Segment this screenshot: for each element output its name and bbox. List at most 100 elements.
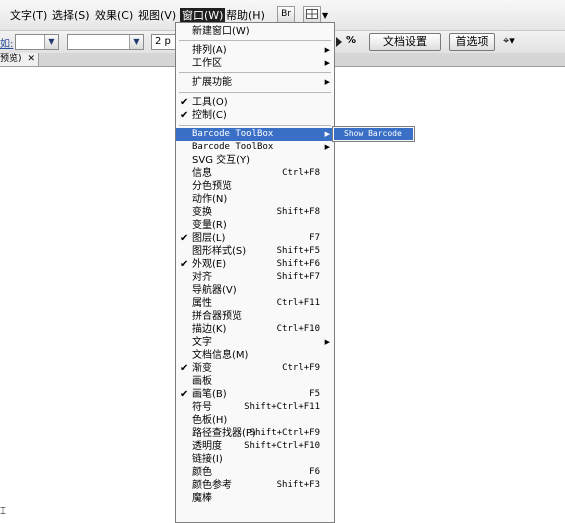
menu-type[interactable]: 文字(T) (10, 8, 47, 24)
menu-select[interactable]: 选择(S) (52, 8, 90, 24)
chevron-down-icon: ▼ (44, 35, 58, 49)
menu-item-label: 颜色 (192, 467, 212, 478)
menu-item-magic-wand[interactable]: 魔棒 (176, 492, 334, 505)
preferences-button[interactable]: 首选项 (449, 33, 495, 51)
menu-item-brushes[interactable]: ✔ 画笔(B) F5 (176, 388, 334, 401)
menu-item-info[interactable]: 信息 Ctrl+F8 (176, 167, 334, 180)
percent-label: % (346, 35, 357, 46)
document-setup-label: 文档设置 (383, 35, 427, 48)
menu-item-transparency[interactable]: 透明度 Shift+Ctrl+F10 (176, 440, 334, 453)
menu-item-label: 路径查找器(P) (192, 428, 256, 439)
menu-item-shortcut: F6 (309, 467, 320, 477)
menu-item-label: 属性 (192, 298, 212, 309)
menu-item-label: 信息 (192, 168, 212, 179)
menu-item-shortcut: Ctrl+F11 (276, 298, 320, 308)
document-setup-button[interactable]: 文档设置 (369, 33, 441, 51)
menu-item-flattener-preview[interactable]: 拼合器预览 (176, 310, 334, 323)
arrange-grid-icon (306, 9, 318, 19)
menu-item-label: 色板(H) (192, 415, 228, 426)
selection-options-icon[interactable]: ⌖▾ (503, 34, 515, 48)
menu-item-shortcut: Ctrl+F8 (282, 168, 320, 178)
menu-item-document-info[interactable]: 文档信息(M) (176, 349, 334, 362)
menu-item-extensions[interactable]: 扩展功能 ▶ (176, 76, 334, 89)
menu-item-barcode-toolbox-2[interactable]: Barcode ToolBox ▶ (176, 141, 334, 154)
menu-item-new-window[interactable]: 新建窗口(W) (176, 25, 334, 38)
control-label[interactable]: 如: (0, 35, 13, 50)
menu-view[interactable]: 视图(V) (138, 8, 176, 24)
barcode-submenu: Show Barcode (332, 126, 415, 142)
menu-item-graphic-styles[interactable]: 图形样式(S) Shift+F5 (176, 245, 334, 258)
menu-item-control[interactable]: ✔ 控制(C) (176, 109, 334, 122)
menu-item-svg-interactivity[interactable]: SVG 交互(Y) (176, 154, 334, 167)
menu-item-label: 对齐 (192, 272, 212, 283)
menu-item-label: 控制(C) (192, 110, 227, 121)
document-tab[interactable]: 预览) ✕ (0, 53, 39, 66)
menu-item-attributes[interactable]: 属性 Ctrl+F11 (176, 297, 334, 310)
menu-item-shortcut: Shift+F5 (276, 246, 320, 256)
menu-item-label: 工具(O) (192, 97, 228, 108)
menu-item-align[interactable]: 对齐 Shift+F7 (176, 271, 334, 284)
menu-item-color-guide[interactable]: 颜色参考 Shift+F3 (176, 479, 334, 492)
menu-item-shortcut: Ctrl+F9 (282, 363, 320, 373)
menu-effect[interactable]: 效果(C) (95, 8, 133, 24)
menu-item-label: 图层(L) (192, 233, 226, 244)
menu-item-layers[interactable]: ✔ 图层(L) F7 (176, 232, 334, 245)
menu-item-arrange[interactable]: 排列(A) ▶ (176, 44, 334, 57)
menu-item-shortcut: Shift+Ctrl+F9 (249, 428, 320, 438)
menu-item-artboards[interactable]: 画板 (176, 375, 334, 388)
submenu-item-show-barcode[interactable]: Show Barcode (334, 128, 413, 140)
menu-item-label: 文档信息(M) (192, 350, 249, 361)
menu-item-label: 画笔(B) (192, 389, 227, 400)
menu-item-pathfinder[interactable]: 路径查找器(P) Shift+Ctrl+F9 (176, 427, 334, 440)
menu-item-shortcut: F5 (309, 389, 320, 399)
checkmark-icon: ✔ (180, 363, 189, 374)
menu-item-actions[interactable]: 动作(N) (176, 193, 334, 206)
stroke-color-select[interactable]: ▼ (15, 34, 59, 50)
menu-item-label: SVG 交互(Y) (192, 155, 251, 166)
menu-item-label: 扩展功能 (192, 77, 232, 88)
bridge-label: Br (281, 9, 291, 19)
menu-item-label: 颜色参考 (192, 480, 232, 491)
menu-item-label: 魔棒 (192, 493, 212, 504)
submenu-arrow-icon: ▶ (324, 338, 330, 346)
window-menu: 新建窗口(W) 排列(A) ▶ 工作区 ▶ 扩展功能 ▶ ✔ 工具(O) ✔ 控制(C) … (175, 22, 335, 523)
opacity-arrow-icon[interactable] (336, 37, 342, 47)
menu-item-swatches[interactable]: 色板(H) (176, 414, 334, 427)
menu-item-gradient[interactable]: ✔ 渐变 Ctrl+F9 (176, 362, 334, 375)
menu-item-label: 分色预览 (192, 181, 232, 192)
menu-item-label: 图形样式(S) (192, 246, 247, 257)
menu-item-tools[interactable]: ✔ 工具(O) (176, 96, 334, 109)
chevron-down-icon: ▼ (129, 35, 143, 49)
menu-item-links[interactable]: 链接(I) (176, 453, 334, 466)
menu-item-label: 排列(A) (192, 45, 227, 56)
menu-item-color[interactable]: 颜色 F6 (176, 466, 334, 479)
checkmark-icon: ✔ (180, 389, 189, 400)
document-tab-label: 预览) (0, 54, 22, 64)
submenu-arrow-icon: ▶ (324, 143, 330, 151)
menu-item-barcode-toolbox-1[interactable]: Barcode ToolBox ▶ (176, 128, 334, 141)
menu-item-separations-preview[interactable]: 分色预览 (176, 180, 334, 193)
menu-item-type[interactable]: 文字 ▶ (176, 336, 334, 349)
menu-item-transform[interactable]: 变换 Shift+F8 (176, 206, 334, 219)
stroke-weight-select[interactable]: ▼ (67, 34, 144, 50)
menu-item-symbols[interactable]: 符号 Shift+Ctrl+F11 (176, 401, 334, 414)
menu-item-navigator[interactable]: 导航器(V) (176, 284, 334, 297)
menu-item-shortcut: Shift+F3 (276, 480, 320, 490)
stroke-value: 2 p (155, 36, 171, 47)
menu-item-label: 拼合器预览 (192, 311, 242, 322)
submenu-arrow-icon: ▶ (324, 130, 330, 138)
close-icon[interactable]: ✕ (27, 53, 35, 66)
menu-item-stroke[interactable]: 描边(K) Ctrl+F10 (176, 323, 334, 336)
menu-item-variables[interactable]: 变量(R) (176, 219, 334, 232)
menu-item-appearance[interactable]: ✔ 外观(E) Shift+F6 (176, 258, 334, 271)
menu-item-label: 变换 (192, 207, 212, 218)
stroke-value-field[interactable]: 2 p (151, 34, 175, 50)
menu-item-workspace[interactable]: 工作区 ▶ (176, 57, 334, 70)
checkmark-icon: ✔ (180, 233, 189, 244)
menu-item-label: 画板 (192, 376, 212, 387)
arrange-documents-button[interactable] (303, 6, 321, 23)
bridge-button[interactable]: Br (277, 6, 295, 23)
menu-item-label: 链接(I) (192, 454, 223, 465)
menu-item-label: 新建窗口(W) (192, 26, 250, 37)
submenu-arrow-icon: ▶ (324, 78, 330, 86)
